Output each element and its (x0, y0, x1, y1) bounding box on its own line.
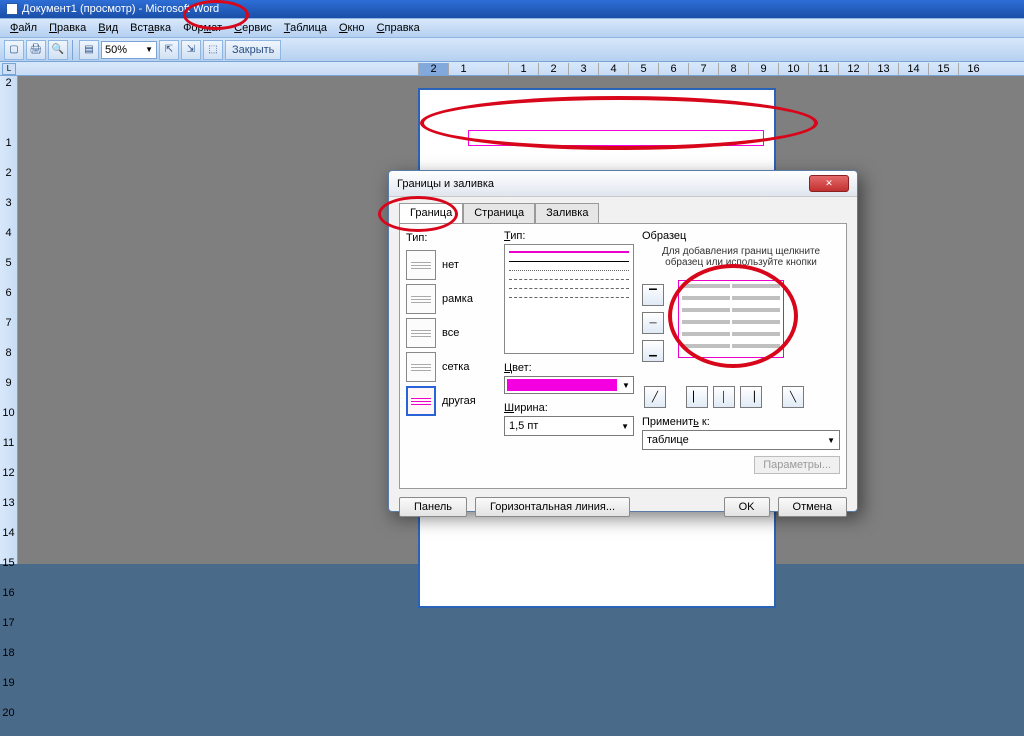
apply-label: Применить к: (642, 416, 840, 428)
menu-format[interactable]: Формат (177, 22, 228, 34)
menu-table[interactable]: Таблица (278, 22, 333, 34)
border-bottom-button[interactable]: ▁ (642, 340, 664, 362)
menu-insert[interactable]: Вставка (124, 22, 177, 34)
style-column: Тип: Цвет: ▼ Ширина: 1,5 пт▼ (504, 230, 634, 482)
tab-border[interactable]: Граница (399, 203, 463, 223)
border-left-button[interactable]: ▏ (686, 386, 708, 408)
sample-preview[interactable] (678, 280, 784, 358)
ruler-corner: L (2, 63, 16, 75)
vertical-ruler[interactable]: 21234567891011121314151617181920 (0, 76, 18, 564)
tab-content: Тип: нет рамка все сетка другая Тип: Цве… (399, 223, 847, 489)
titlebar: Документ1 (просмотр) - Microsoft Word (0, 0, 1024, 18)
params-button: Параметры... (754, 456, 840, 474)
border-hmid-button[interactable]: ─ (642, 312, 664, 334)
zoom-select[interactable]: 50%▼ (101, 41, 157, 59)
border-top-button[interactable]: ▔ (642, 284, 664, 306)
menu-window[interactable]: Окно (333, 22, 371, 34)
preset-none[interactable]: нет (406, 250, 496, 280)
dialog-button-row: Панель Горизонтальная линия... OK Отмена (389, 497, 857, 525)
toolbar: ▢ 🖨 🔍 ▤ 50%▼ ⇱ ⇲ ⬚ Закрыть (0, 38, 1024, 62)
tool-1[interactable]: ▢ (4, 40, 24, 60)
border-vmid-button[interactable]: │ (713, 386, 735, 408)
tool-2[interactable]: 🖨 (26, 40, 46, 60)
ruler-row: L 2112345678910111213141516 (0, 62, 1024, 76)
menu-help[interactable]: Справка (371, 22, 426, 34)
panel-button[interactable]: Панель (399, 497, 467, 517)
menu-edit[interactable]: Правка (43, 22, 92, 34)
apply-select[interactable]: таблице▼ (642, 430, 840, 450)
line-style-list[interactable] (504, 244, 634, 354)
menu-view[interactable]: Вид (92, 22, 124, 34)
style-label: Тип: (504, 230, 634, 242)
tool-close[interactable]: Закрыть (225, 40, 281, 60)
dialog-title: Границы и заливка (397, 178, 494, 190)
dialog-titlebar[interactable]: Границы и заливка ✕ (389, 171, 857, 197)
toolbar-sep (72, 40, 75, 60)
table-cell-highlight[interactable] (468, 130, 764, 146)
tool-5[interactable]: ⇱ (159, 40, 179, 60)
sample-area: ▔ ─ ▁ (642, 276, 840, 384)
hline-button[interactable]: Горизонтальная линия... (475, 497, 630, 517)
color-select[interactable]: ▼ (504, 376, 634, 394)
preset-box[interactable]: рамка (406, 284, 496, 314)
typelist-label: Тип: (406, 232, 496, 244)
width-select[interactable]: 1,5 пт▼ (504, 416, 634, 436)
border-diag2-button[interactable]: ╲ (782, 386, 804, 408)
preset-other[interactable]: другая (406, 386, 496, 416)
tool-3[interactable]: 🔍 (48, 40, 68, 60)
preset-grid[interactable]: сетка (406, 352, 496, 382)
color-label: Цвет: (504, 362, 634, 374)
horizontal-ruler[interactable]: 2112345678910111213141516 (418, 62, 1018, 76)
window-title: Документ1 (просмотр) - Microsoft Word (22, 3, 219, 15)
sample-column: Образец Для добавления границ щелкните о… (642, 230, 840, 482)
tool-4[interactable]: ▤ (79, 40, 99, 60)
tab-page[interactable]: Страница (463, 203, 535, 223)
type-preset-column: Тип: нет рамка все сетка другая (406, 230, 496, 482)
menubar: Файл Правка Вид Вставка Формат Сервис Та… (0, 18, 1024, 38)
dialog-tabs: Граница Страница Заливка (389, 197, 857, 223)
sample-label: Образец (642, 230, 840, 242)
border-diag1-button[interactable]: ╱ (644, 386, 666, 408)
cancel-button[interactable]: Отмена (778, 497, 847, 517)
ok-button[interactable]: OK (724, 497, 770, 517)
tool-6[interactable]: ⇲ (181, 40, 201, 60)
border-right-button[interactable]: ▕ (740, 386, 762, 408)
sample-note: Для добавления границ щелкните образец и… (642, 246, 840, 268)
dialog-close-button[interactable]: ✕ (809, 175, 849, 192)
preset-all[interactable]: все (406, 318, 496, 348)
width-label: Ширина: (504, 402, 634, 414)
doc-icon (6, 3, 18, 15)
menu-tools[interactable]: Сервис (228, 22, 278, 34)
borders-dialog: Границы и заливка ✕ Граница Страница Зал… (388, 170, 858, 512)
tab-fill[interactable]: Заливка (535, 203, 599, 223)
menu-file[interactable]: Файл (4, 22, 43, 34)
tool-7[interactable]: ⬚ (203, 40, 223, 60)
